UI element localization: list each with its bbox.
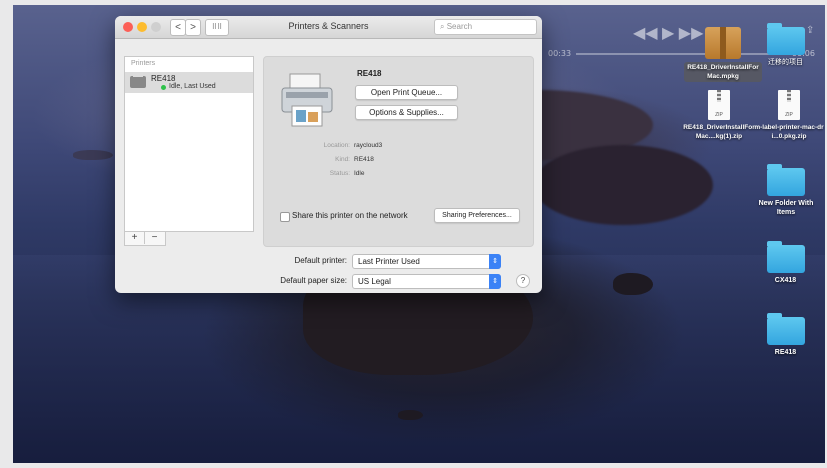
desktop-icon-new-folder[interactable]: New Folder With Items	[753, 164, 819, 217]
shore-left	[73, 150, 113, 160]
desktop-icon-label: RE418	[774, 349, 797, 356]
paper-size-value: US Legal	[358, 277, 391, 286]
sharing-preferences-button[interactable]: Sharing Preferences...	[434, 208, 520, 223]
printer-large-icon	[281, 73, 333, 127]
kind-value: RE418	[354, 156, 374, 163]
desktop-icon-zip-1[interactable]: ZIP RE418_DriverInstallForMac....kg(1).z…	[681, 90, 757, 141]
desktop-icon-label: RE418_DriverInstallForMac....kg(1).zip	[683, 124, 755, 140]
add-remove-control: + −	[124, 231, 166, 246]
title-bar: < > ⠿⠿ Printers & Scanners ⌕ Search	[115, 16, 542, 39]
folder-icon	[766, 23, 805, 55]
package-icon	[705, 27, 741, 59]
desktop-icon-label: 迁移的项目	[768, 59, 803, 66]
rock-island-small	[613, 273, 653, 295]
chevron-updown-icon: ⇕	[489, 254, 501, 269]
desktop-icon-label: RE418_DriverInstallForMac.mpkg	[684, 62, 762, 82]
desktop-icon-mpkg[interactable]: RE418_DriverInstallForMac.mpkg	[683, 27, 763, 82]
default-printer-select[interactable]: Last Printer Used ⇕	[352, 254, 501, 269]
search-placeholder: Search	[446, 22, 473, 31]
zip-badge: ZIP	[715, 112, 723, 118]
desktop-icon-cx418[interactable]: CX418	[758, 241, 813, 285]
desktop-icon-migrated-items[interactable]: 迁移的项目	[758, 23, 813, 67]
default-printer-value: Last Printer Used	[358, 257, 420, 266]
options-supplies-button[interactable]: Options & Supplies...	[355, 105, 458, 120]
folder-icon	[766, 241, 805, 273]
media-time-elapsed: 00:33	[548, 49, 572, 58]
printers-scanners-window: < > ⠿⠿ Printers & Scanners ⌕ Search Prin…	[115, 16, 542, 293]
folder-icon	[767, 164, 805, 196]
status-key: Status:	[329, 170, 350, 177]
kind-key: Kind:	[335, 156, 350, 163]
zip-badge: ZIP	[785, 112, 793, 118]
share-printer-label: Share this printer on the network	[292, 211, 408, 220]
printer-name: RE418	[357, 69, 382, 78]
printers-list[interactable]: Printers RE418 Idle, Last Used	[124, 56, 254, 232]
desktop-icon-re418[interactable]: RE418	[758, 313, 813, 357]
zip-icon: ZIP	[708, 90, 730, 120]
folder-icon	[766, 313, 805, 345]
help-button[interactable]: ?	[516, 274, 530, 288]
desktop-icon-label: New Folder With Items	[758, 200, 814, 216]
rock-islet-front	[398, 410, 423, 420]
printer-detail-pane: RE418 Open Print Queue... Options & Supp…	[263, 56, 534, 247]
status-value: Idle	[354, 170, 365, 177]
search-icon: ⌕	[440, 22, 445, 31]
status-dot-icon	[161, 85, 166, 90]
open-print-queue-button[interactable]: Open Print Queue...	[355, 85, 458, 100]
location-value: raycloud3	[354, 142, 383, 149]
search-input[interactable]: ⌕ Search	[434, 19, 537, 35]
printer-list-item[interactable]: RE418 Idle, Last Used	[125, 72, 253, 93]
printer-icon	[130, 73, 146, 88]
paper-size-label: Default paper size:	[280, 276, 347, 285]
share-printer-checkbox[interactable]	[280, 212, 290, 222]
desktop-background: ◀◀ ▶ ▶▶ 00:33 -00:06 ⇪ 迁移的项目 RE418_Drive…	[13, 5, 825, 463]
desktop-icon-label: CX418	[774, 277, 797, 284]
zip-icon: ZIP	[778, 90, 800, 120]
paper-size-select[interactable]: US Legal ⇕	[352, 274, 501, 289]
printer-list-item-status: Idle, Last Used	[169, 83, 216, 90]
default-printer-label: Default printer:	[294, 256, 347, 265]
chevron-updown-icon: ⇕	[489, 274, 501, 289]
remove-printer-button[interactable]: −	[145, 232, 164, 244]
add-printer-button[interactable]: +	[125, 232, 145, 244]
desktop-icon-zip-2[interactable]: ZIP m-label-printer-mac-dri...0.pkg.zip	[753, 90, 825, 141]
desktop-icon-label: m-label-printer-mac-dri...0.pkg.zip	[754, 124, 824, 140]
printers-list-header: Printers	[131, 60, 156, 67]
mountain-ridge-2	[533, 145, 713, 225]
printer-list-item-name: RE418	[151, 74, 176, 83]
location-key: Location:	[323, 142, 350, 149]
